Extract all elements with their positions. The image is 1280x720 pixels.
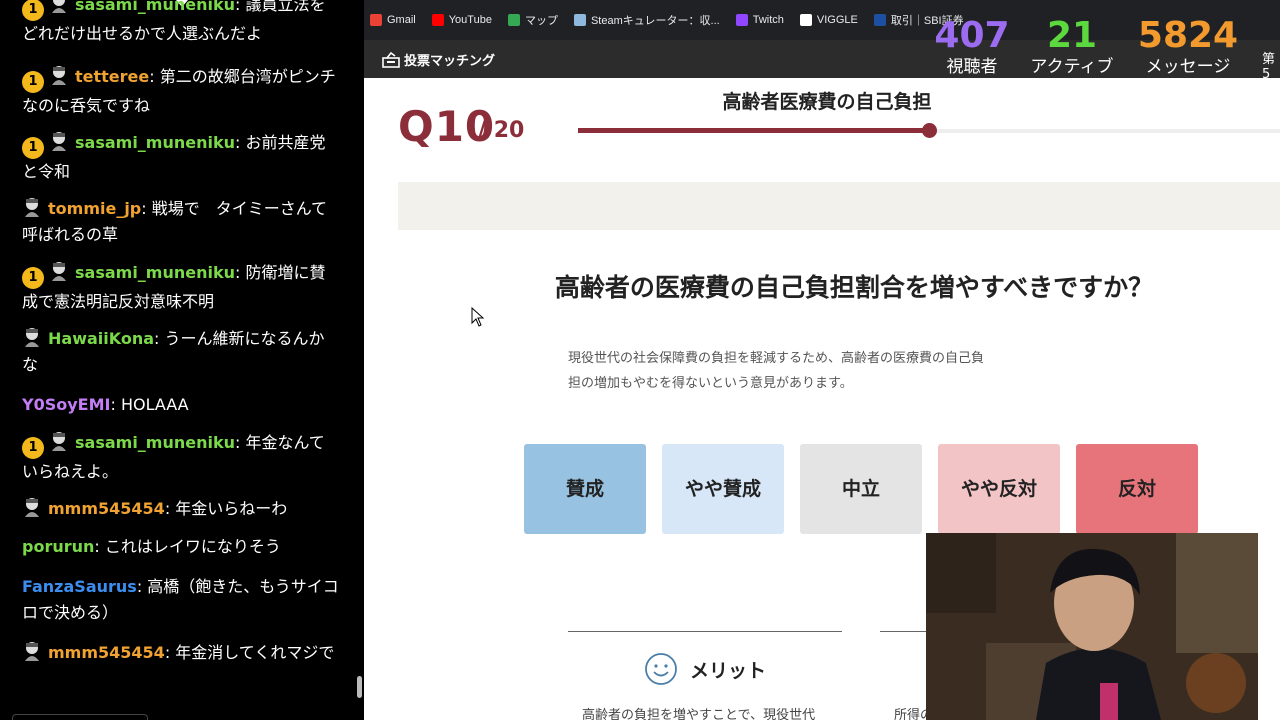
bookmark-item[interactable]: Twitch bbox=[735, 14, 784, 26]
stat-viewers: 407 視聴者 bbox=[932, 16, 1012, 78]
bookmark-item[interactable]: Steamキュレーター：収... bbox=[573, 12, 720, 28]
choice-agree-button[interactable]: 賛成 bbox=[524, 444, 646, 534]
chat-message: 1 sasami_muneniku: お前共産党と令和 bbox=[22, 130, 340, 185]
topic-title: 高齢者医療費の自己負担 bbox=[722, 91, 932, 113]
progress-fill bbox=[578, 128, 929, 133]
sbi-icon bbox=[873, 14, 886, 26]
sub-badge-icon: 1 bbox=[22, 137, 44, 159]
stat-messages-label: メッセージ bbox=[1145, 57, 1231, 77]
webcam-feed bbox=[926, 533, 1258, 720]
twitch-icon bbox=[735, 14, 748, 26]
bookmark-label: YouTube bbox=[448, 14, 492, 26]
user-avatar-icon bbox=[25, 642, 39, 661]
question-description: 現役世代の社会保障費の負担を軽減するため、高齢者の医療費の自己負担の増加もやむを… bbox=[568, 351, 985, 391]
chat-username[interactable]: mmm545454 bbox=[48, 499, 165, 518]
merit-text: 高齢者の負担を増やすことで、現役世代 bbox=[582, 708, 816, 720]
stat-viewers-value: 407 bbox=[934, 15, 1010, 56]
stat-viewers-label: 視聴者 bbox=[946, 57, 998, 77]
chat-message: 1 tetteree: 第二の故郷台湾がピンチなのに呑気ですね bbox=[22, 64, 340, 119]
sub-badge-icon: 1 bbox=[22, 0, 44, 21]
choice-somewhat-agree-button[interactable]: やや賛成 bbox=[662, 444, 784, 534]
chat-message: tommie_jp: 戦場で タイミーさんて呼ばれるの草 bbox=[22, 196, 340, 248]
gmail-icon bbox=[370, 14, 382, 26]
chat-username[interactable]: porurun bbox=[22, 537, 94, 556]
chat-message: HawaiiKona: うーん維新になるんかな bbox=[22, 326, 340, 378]
chat-message: 1 sasami_muneniku: 年金なんていらねえよ。 bbox=[22, 430, 340, 485]
bookmark-label: マップ bbox=[524, 15, 558, 27]
choice-neutral-button[interactable]: 中立 bbox=[800, 444, 922, 534]
viggle-icon bbox=[799, 14, 812, 26]
chat-username[interactable]: FanzaSaurus bbox=[22, 577, 137, 596]
ballot-box-icon bbox=[382, 51, 400, 68]
stat-messages-value: 5824 bbox=[1137, 15, 1239, 56]
maps-icon bbox=[507, 14, 520, 26]
bookmark-label: Steamキュレーター：収... bbox=[590, 15, 720, 27]
user-avatar-icon bbox=[52, 262, 66, 281]
chat-message: 1 sasami_muneniku: 防衛増に賛成で憲法明記反対意味不明 bbox=[22, 260, 340, 315]
stat-active: 21 アクティブ bbox=[1024, 16, 1120, 78]
user-avatar-icon bbox=[25, 198, 39, 217]
chat-username[interactable]: sasami_muneniku bbox=[75, 0, 235, 14]
bookmark-item[interactable]: Gmail bbox=[370, 14, 416, 26]
bookmark-label: VIGGLE bbox=[816, 14, 858, 26]
user-avatar-icon bbox=[52, 0, 66, 13]
merit-heading: メリット bbox=[644, 652, 766, 686]
bookmark-item[interactable]: マップ bbox=[507, 12, 558, 28]
stat-extra-text: 第5 bbox=[1262, 52, 1276, 82]
chat-username[interactable]: sasami_muneniku bbox=[75, 433, 235, 452]
chat-message-text: : これはレイワになりそう bbox=[94, 537, 281, 556]
chat-message: mmm545454: 年金いらねーわ bbox=[22, 496, 340, 522]
site-logo[interactable]: 投票マッチング bbox=[382, 50, 495, 69]
chat-username[interactable]: tetteree bbox=[75, 67, 149, 86]
chat-message: Y0SoyEMI: HOLAAA bbox=[22, 392, 340, 418]
chat-message-text: : 第二の故郷台湾がピンチなのに呑気ですね bbox=[22, 67, 336, 115]
bookmark-label: Twitch bbox=[752, 14, 784, 26]
chat-panel: 1 sasami_muneniku: 議員立法を どれだけ出せるかで人選ぶんだよ 1… bbox=[0, 0, 364, 720]
chat-username[interactable]: mmm545454 bbox=[48, 643, 165, 662]
chat-message: porurun: これはレイワになりそう bbox=[22, 534, 340, 560]
bookmark-label: Gmail bbox=[387, 14, 416, 26]
merit-heading-label: メリット bbox=[690, 659, 767, 682]
chat-message-text: : 年金いらねーわ bbox=[164, 499, 288, 518]
chat-input-edge[interactable] bbox=[12, 714, 148, 720]
mouse-cursor-icon bbox=[471, 307, 485, 327]
choice-disagree-button[interactable]: 反対 bbox=[1076, 444, 1198, 534]
user-avatar-icon bbox=[52, 132, 66, 151]
user-avatar-icon bbox=[25, 328, 39, 347]
youtube-icon bbox=[431, 14, 444, 26]
steam-icon bbox=[573, 14, 586, 26]
chat-username[interactable]: tommie_jp bbox=[48, 199, 141, 218]
topic-bar bbox=[398, 182, 1280, 230]
stat-active-value: 21 bbox=[1046, 15, 1098, 56]
smile-icon bbox=[645, 653, 677, 685]
user-avatar-icon bbox=[25, 498, 39, 517]
chat-username[interactable]: HawaiiKona bbox=[48, 329, 154, 348]
bookmark-item[interactable]: VIGGLE bbox=[799, 14, 858, 26]
sub-badge-icon: 1 bbox=[22, 267, 44, 289]
chat-username[interactable]: Y0SoyEMI bbox=[22, 395, 110, 414]
chat-message: 1 sasami_muneniku: 議員立法を どれだけ出せるかで人選ぶんだよ bbox=[22, 0, 340, 47]
bookmark-item[interactable]: YouTube bbox=[431, 14, 492, 26]
sub-badge-icon: 1 bbox=[22, 71, 44, 93]
merit-divider bbox=[568, 631, 842, 632]
question-text: 高齢者の医療費の自己負担割合を増やすべきですか？ bbox=[554, 273, 1154, 302]
chat-message-text: : 年金消してくれマジで bbox=[164, 643, 335, 662]
sub-badge-icon: 1 bbox=[22, 437, 44, 459]
chat-scrollbar[interactable] bbox=[357, 676, 362, 698]
stat-active-label: アクティブ bbox=[1030, 57, 1114, 77]
chat-username[interactable]: sasami_muneniku bbox=[75, 263, 235, 282]
chat-message: mmm545454: 年金消してくれマジで bbox=[22, 640, 340, 666]
user-avatar-icon bbox=[52, 66, 66, 85]
site-logo-text: 投票マッチング bbox=[404, 54, 496, 69]
chat-message-text: : HOLAAA bbox=[110, 395, 189, 414]
choice-somewhat-disagree-button[interactable]: やや反対 bbox=[938, 444, 1060, 534]
chat-username[interactable]: sasami_muneniku bbox=[75, 133, 235, 152]
stat-messages: 5824 メッセージ bbox=[1136, 16, 1240, 78]
webcam-image bbox=[926, 533, 1258, 720]
chat-message: FanzaSaurus: 高橋（飽きた、もうサイコロで決める） bbox=[22, 574, 340, 626]
user-avatar-icon bbox=[52, 432, 66, 451]
